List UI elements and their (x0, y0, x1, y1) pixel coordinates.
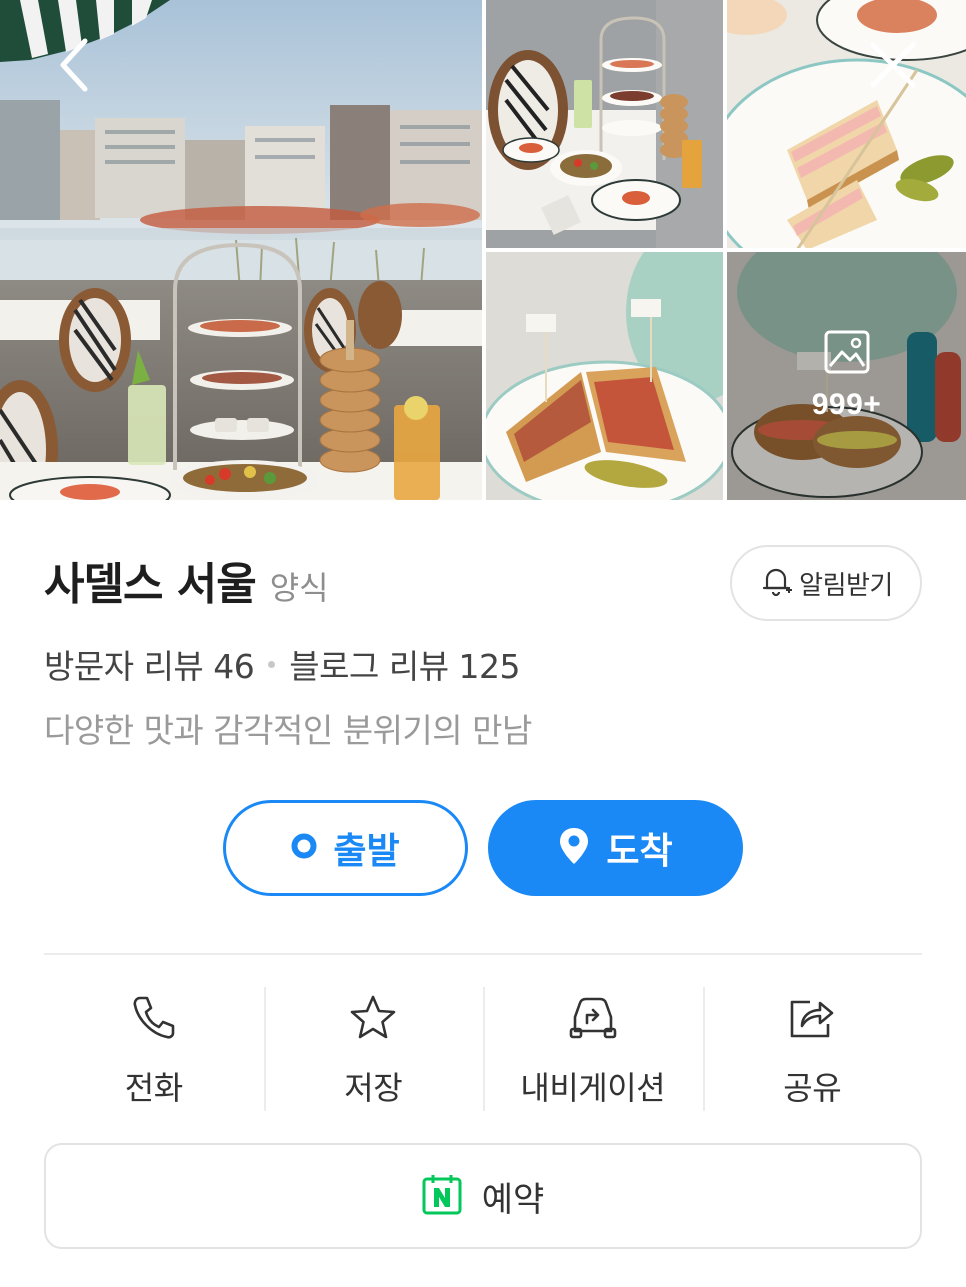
gallery-photo-1[interactable] (486, 0, 723, 248)
gallery-photo-2[interactable] (727, 0, 966, 248)
star-icon (349, 989, 397, 1045)
navigation-button[interactable]: 내비게이션 (483, 985, 703, 1111)
review-summary: 방문자 리뷰 46 블로그 리뷰 125 (44, 640, 521, 688)
image-icon (824, 330, 870, 378)
action-bar: 전화 저장 내비게이션 공유 (44, 985, 922, 1111)
location-pin-icon (558, 826, 590, 870)
close-icon (867, 39, 919, 95)
car-navigation-icon (567, 989, 619, 1045)
reserve-button-label: 예약 (481, 1179, 545, 1220)
visitor-review-link[interactable]: 방문자 리뷰 46 (44, 640, 255, 688)
place-name: 사델스 서울 (44, 559, 257, 610)
alarm-button[interactable]: 알림받기 (730, 545, 922, 621)
more-photos-count: 999+ (811, 388, 882, 421)
phone-icon (132, 989, 176, 1045)
back-button[interactable] (38, 32, 108, 102)
separator-dot (268, 660, 276, 668)
navigation-button-label: 내비게이션 (520, 1069, 666, 1107)
share-button[interactable]: 공유 (702, 985, 923, 1111)
place-tagline: 다양한 맛과 감각적인 분위기의 만남 (44, 711, 532, 750)
save-button[interactable]: 저장 (263, 985, 484, 1111)
depart-button-label: 출발 (333, 831, 400, 872)
arrive-button[interactable]: 도착 (488, 800, 743, 896)
share-button-label: 공유 (783, 1069, 842, 1107)
depart-button[interactable]: 출발 (223, 800, 468, 896)
save-button-label: 저장 (344, 1069, 403, 1107)
section-divider (44, 953, 922, 955)
title-row: 사델스 서울 양식 (44, 548, 329, 612)
chevron-left-icon (53, 35, 93, 99)
call-button[interactable]: 전화 (44, 985, 264, 1111)
origin-dot-icon (291, 833, 317, 863)
naver-booking-icon (422, 1173, 462, 1219)
more-photos-overlay[interactable]: 999+ (727, 252, 966, 500)
arrive-button-label: 도착 (606, 831, 673, 872)
gallery-photo-3[interactable] (486, 252, 723, 500)
share-icon (788, 989, 836, 1045)
blog-review-link[interactable]: 블로그 리뷰 125 (289, 640, 520, 688)
photo-gallery: 999+ (0, 0, 966, 500)
bell-plus-icon (759, 564, 793, 602)
call-button-label: 전화 (124, 1069, 183, 1107)
route-buttons: 출발 도착 (223, 800, 743, 896)
alarm-button-label: 알림받기 (799, 570, 893, 601)
place-category: 양식 (269, 569, 329, 607)
close-button[interactable] (858, 32, 928, 102)
reserve-button[interactable]: 예약 (44, 1143, 922, 1249)
